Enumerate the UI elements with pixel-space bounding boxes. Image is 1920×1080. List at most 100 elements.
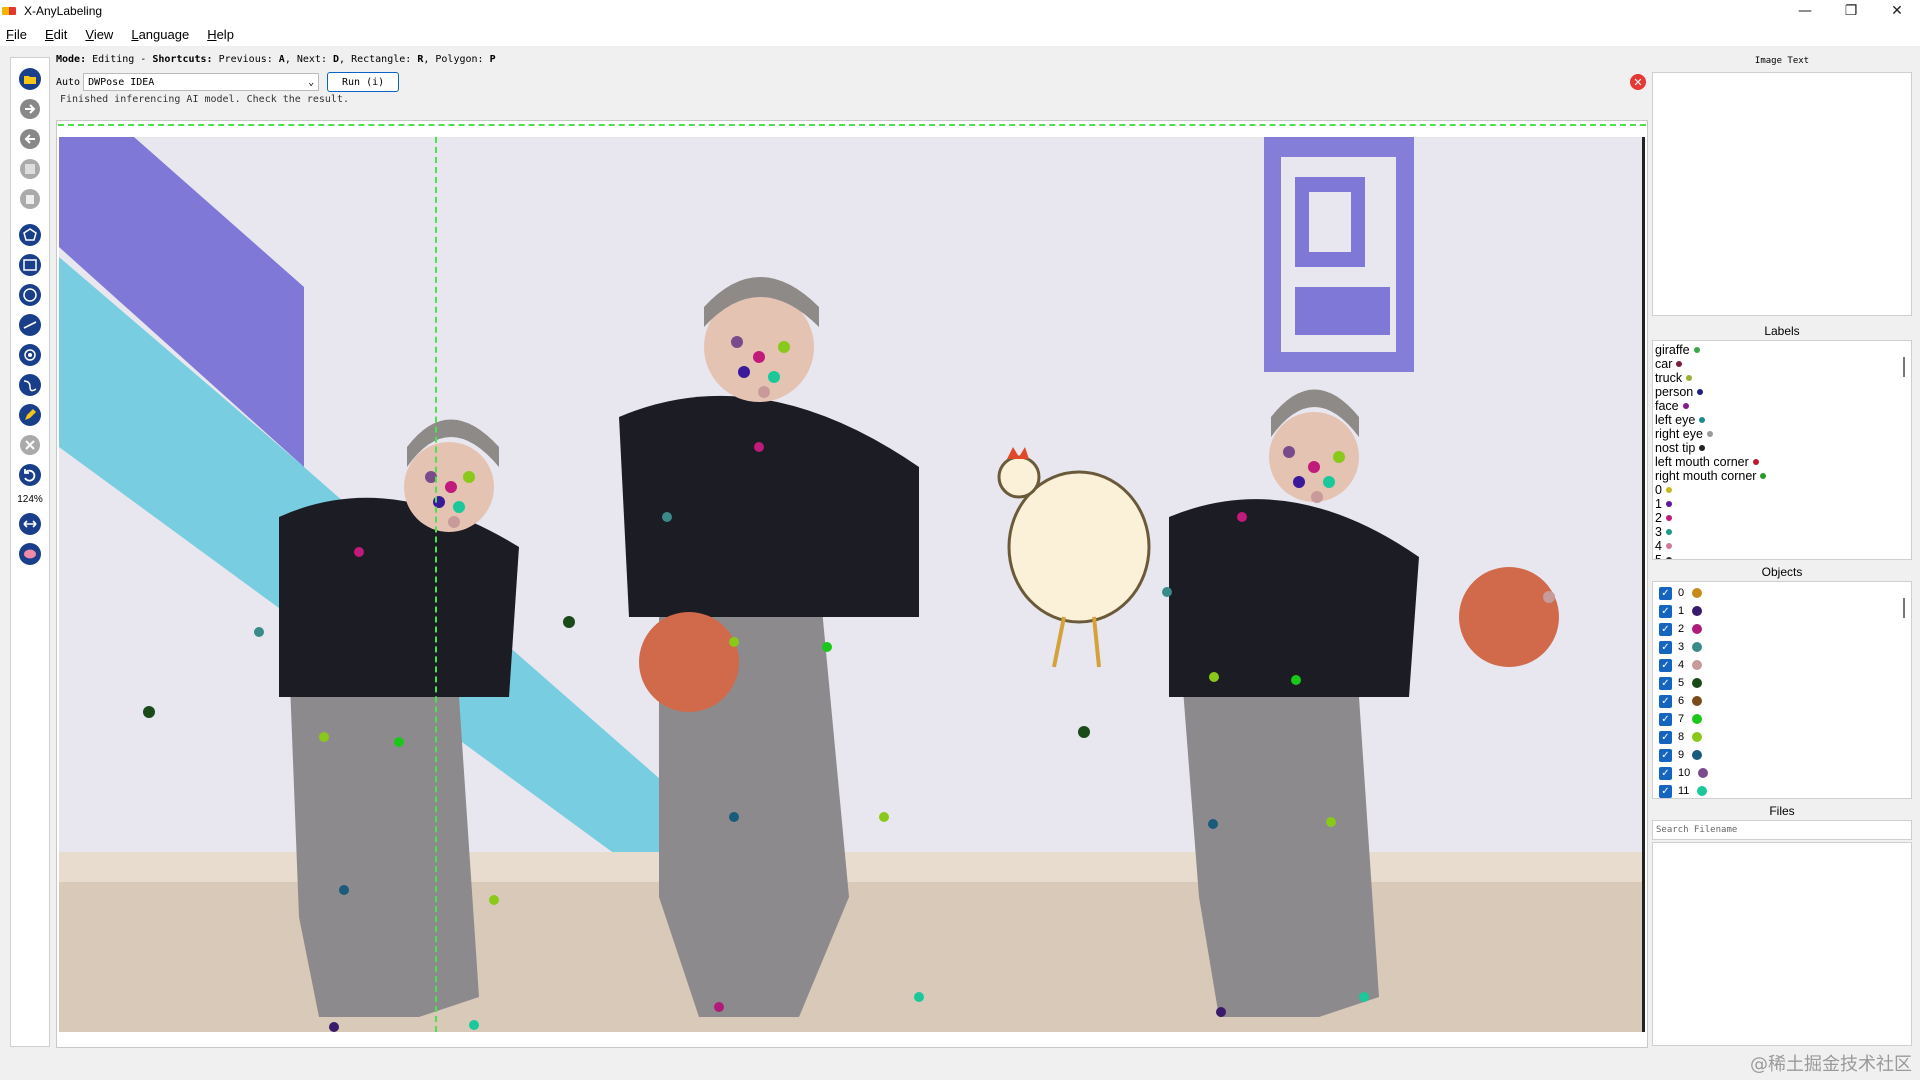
object-item[interactable]: ✓ 9 bbox=[1659, 746, 1905, 764]
checkbox-icon[interactable]: ✓ bbox=[1659, 586, 1672, 600]
object-color-dot bbox=[1692, 624, 1703, 634]
prev-image-icon[interactable] bbox=[17, 126, 43, 152]
menu-edit[interactable]: Edit bbox=[45, 27, 67, 42]
menu-language[interactable]: Language bbox=[131, 27, 189, 42]
menu-file[interactable]: File bbox=[6, 27, 27, 42]
cancel-icon[interactable] bbox=[17, 432, 43, 458]
crosshair-horizontal bbox=[58, 124, 1646, 126]
next-image-icon[interactable] bbox=[17, 96, 43, 122]
checkbox-icon[interactable]: ✓ bbox=[1659, 784, 1672, 798]
shortcut-poly-text: , Polygon: bbox=[423, 54, 490, 65]
undo-icon[interactable] bbox=[17, 462, 43, 488]
object-name: 10 bbox=[1678, 767, 1691, 779]
restore-button[interactable]: ❐ bbox=[1828, 0, 1874, 22]
label-name: nost tip bbox=[1655, 441, 1696, 455]
brush-icon[interactable] bbox=[17, 541, 43, 567]
label-item[interactable]: car bbox=[1655, 357, 1909, 371]
zoom-level[interactable]: 124% bbox=[17, 494, 43, 505]
object-item[interactable]: ✓ 0 bbox=[1659, 584, 1905, 602]
status-message: Finished inferencing AI model. Check the… bbox=[60, 94, 349, 105]
point-icon[interactable] bbox=[17, 342, 43, 368]
label-color-dot bbox=[1665, 557, 1672, 559]
object-item[interactable]: ✓ 2 bbox=[1659, 620, 1905, 638]
edit-icon[interactable] bbox=[17, 402, 43, 428]
object-item[interactable]: ✓ 8 bbox=[1659, 728, 1905, 746]
model-select[interactable]: DWPose IDEA ⌄ bbox=[83, 73, 320, 91]
menu-help[interactable]: Help bbox=[207, 27, 234, 42]
checkbox-icon[interactable]: ✓ bbox=[1659, 766, 1672, 780]
checkbox-icon[interactable]: ✓ bbox=[1659, 730, 1672, 744]
object-color-dot bbox=[1697, 786, 1708, 796]
label-item[interactable]: right mouth corner bbox=[1655, 469, 1909, 483]
checkbox-icon[interactable]: ✓ bbox=[1659, 676, 1672, 690]
save-icon[interactable] bbox=[17, 156, 43, 182]
linestrip-icon[interactable] bbox=[17, 372, 43, 398]
object-item[interactable]: ✓ 3 bbox=[1659, 638, 1905, 656]
label-item[interactable]: face bbox=[1655, 399, 1909, 413]
object-item[interactable]: ✓ 11 bbox=[1659, 782, 1905, 798]
close-icon[interactable]: ✕ bbox=[1630, 74, 1646, 90]
delete-icon[interactable] bbox=[17, 186, 43, 212]
object-color-dot bbox=[1692, 750, 1703, 760]
line-icon[interactable] bbox=[17, 312, 43, 338]
checkbox-icon[interactable]: ✓ bbox=[1659, 640, 1672, 654]
label-item[interactable]: truck bbox=[1655, 371, 1909, 385]
image-text-area[interactable] bbox=[1652, 72, 1912, 316]
auto-label: Auto bbox=[56, 76, 81, 88]
checkbox-icon[interactable]: ✓ bbox=[1659, 694, 1672, 708]
checkbox-icon[interactable]: ✓ bbox=[1659, 658, 1672, 672]
object-name: 1 bbox=[1678, 605, 1685, 617]
label-item[interactable]: left eye bbox=[1655, 413, 1909, 427]
object-item[interactable]: ✓ 5 bbox=[1659, 674, 1905, 692]
label-color-dot bbox=[1665, 515, 1672, 521]
shortcuts-label: Shortcuts: bbox=[152, 54, 213, 65]
object-item[interactable]: ✓ 7 bbox=[1659, 710, 1905, 728]
checkbox-icon[interactable]: ✓ bbox=[1659, 622, 1672, 636]
circle-icon[interactable] bbox=[17, 282, 43, 308]
label-item[interactable]: person bbox=[1655, 385, 1909, 399]
object-item[interactable]: ✓ 4 bbox=[1659, 656, 1905, 674]
run-button[interactable]: Run (i) bbox=[327, 72, 400, 92]
checkbox-icon[interactable]: ✓ bbox=[1659, 604, 1672, 618]
shortcut-rect-text: , Rectangle: bbox=[339, 54, 418, 65]
object-item[interactable]: ✓ 1 bbox=[1659, 602, 1905, 620]
object-name: 8 bbox=[1678, 731, 1685, 743]
label-item[interactable]: nost tip bbox=[1655, 441, 1909, 455]
model-select-value: DWPose IDEA bbox=[88, 76, 155, 88]
watermark: @稀土掘金技术社区 bbox=[1750, 1054, 1912, 1075]
canvas[interactable] bbox=[56, 120, 1648, 1048]
polygon-icon[interactable] bbox=[17, 222, 43, 248]
label-item[interactable]: 2 bbox=[1655, 511, 1909, 525]
label-item[interactable]: 0 bbox=[1655, 483, 1909, 497]
labels-scrollbar[interactable] bbox=[1903, 357, 1905, 377]
label-name: face bbox=[1655, 399, 1679, 413]
object-color-dot bbox=[1692, 660, 1703, 670]
minimize-button[interactable]: — bbox=[1782, 0, 1828, 22]
object-item[interactable]: ✓ 10 bbox=[1659, 764, 1905, 782]
labels-list[interactable]: giraffe car truck person face left eye right e… bbox=[1652, 340, 1912, 560]
files-list[interactable] bbox=[1652, 842, 1912, 1046]
label-item[interactable]: giraffe bbox=[1655, 343, 1909, 357]
label-item[interactable]: 3 bbox=[1655, 525, 1909, 539]
scene-image bbox=[59, 137, 1642, 1032]
checkbox-icon[interactable]: ✓ bbox=[1659, 712, 1672, 726]
object-item[interactable]: ✓ 6 bbox=[1659, 692, 1905, 710]
fit-width-icon[interactable] bbox=[17, 511, 43, 537]
label-color-dot bbox=[1706, 431, 1713, 437]
image-view[interactable] bbox=[59, 137, 1645, 1032]
open-folder-icon[interactable] bbox=[17, 66, 43, 92]
rectangle-icon[interactable] bbox=[17, 252, 43, 278]
file-search-input[interactable]: Search Filename bbox=[1652, 820, 1912, 840]
label-item[interactable]: right eye bbox=[1655, 427, 1909, 441]
label-item[interactable]: left mouth corner bbox=[1655, 455, 1909, 469]
label-item[interactable]: 4 bbox=[1655, 539, 1909, 553]
label-item[interactable]: 5 bbox=[1655, 553, 1909, 559]
objects-list[interactable]: ✓ 0 ✓ 1 ✓ 2 ✓ 3 ✓ 4 ✓ 5 ✓ 6 ✓ 7 ✓ 8 ✓ 9 ✓ 10 ✓ 11 bbox=[1652, 581, 1912, 799]
menu-view[interactable]: View bbox=[85, 27, 113, 42]
close-window-button[interactable]: ✕ bbox=[1874, 0, 1920, 22]
objects-scrollbar[interactable] bbox=[1903, 598, 1905, 618]
label-item[interactable]: 1 bbox=[1655, 497, 1909, 511]
checkbox-icon[interactable]: ✓ bbox=[1659, 748, 1672, 762]
label-name: 2 bbox=[1655, 511, 1662, 525]
object-color-dot bbox=[1692, 678, 1703, 688]
